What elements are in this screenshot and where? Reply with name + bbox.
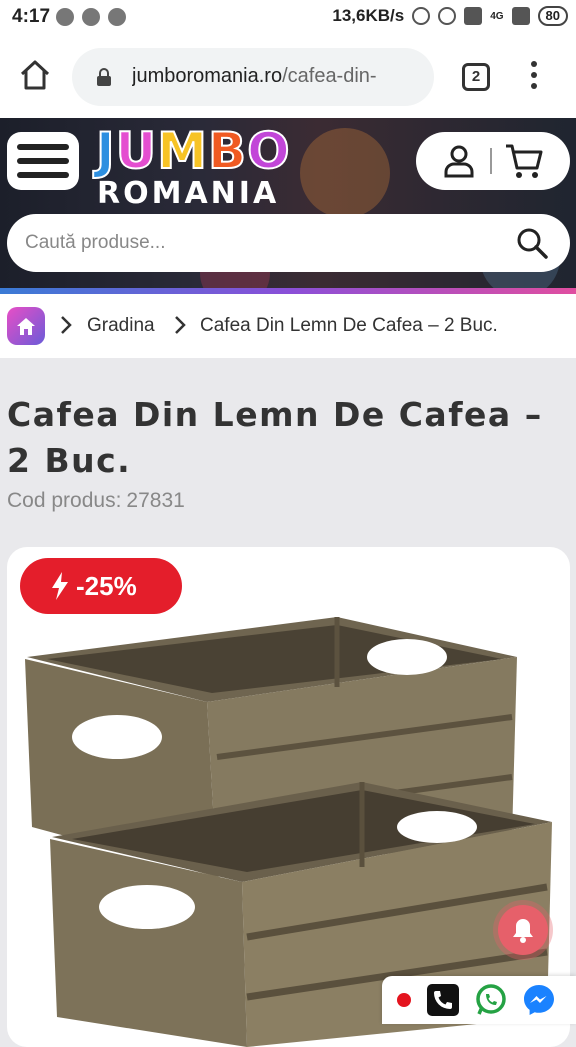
logo-letter: U xyxy=(115,121,158,181)
chrome-icon xyxy=(82,8,100,26)
user-icon[interactable] xyxy=(442,144,476,178)
breadcrumb: Gradina Cafea Din Lemn De Cafea – 2 Buc. xyxy=(0,294,576,358)
sku-label: Cod produs: xyxy=(7,489,122,512)
logo-text: JUMBO xyxy=(95,121,291,181)
lock-icon xyxy=(97,68,111,86)
chevron-right-icon xyxy=(175,316,186,334)
alarm-icon xyxy=(438,7,457,25)
background-decor xyxy=(300,128,390,218)
whatsapp-icon[interactable] xyxy=(474,983,508,1017)
divider xyxy=(490,148,492,174)
browser-toolbar: jumboromania.ro/cafea-din- 2 xyxy=(0,36,576,118)
logo-subtitle: ROMANIA xyxy=(97,176,280,211)
discount-value: -25% xyxy=(76,571,137,601)
breadcrumb-current: Cafea Din Lemn De Cafea – 2 Buc. xyxy=(200,315,498,336)
network-type: 4G xyxy=(490,10,504,22)
search-icon[interactable] xyxy=(516,227,548,259)
home-icon xyxy=(17,318,35,335)
search-bar xyxy=(7,214,570,272)
sku-value: 27831 xyxy=(126,489,185,512)
product-sku: Cod produs: 27831 xyxy=(7,489,185,513)
status-right: 13,6KB/s 4G 80 xyxy=(332,6,568,26)
notification-icons xyxy=(56,8,126,26)
search-input[interactable] xyxy=(25,228,485,258)
breadcrumb-home-button[interactable] xyxy=(7,307,45,345)
bell-icon xyxy=(513,919,533,943)
lightning-icon xyxy=(52,572,68,600)
phone-icon[interactable] xyxy=(426,983,460,1017)
logo-letter: B xyxy=(207,121,248,181)
notification-bell-button[interactable] xyxy=(498,905,548,955)
logo-letter: J xyxy=(95,121,116,181)
tab-switcher-button[interactable]: 2 xyxy=(462,63,490,91)
network-speed: 13,6KB/s xyxy=(332,6,405,25)
address-bar[interactable]: jumboromania.ro/cafea-din- xyxy=(72,48,434,106)
messenger-icon[interactable] xyxy=(522,983,556,1017)
hamburger-menu-button[interactable] xyxy=(7,132,79,190)
url-path: /cafea-din- xyxy=(282,65,377,87)
status-time: 4:17 xyxy=(12,6,51,27)
chevron-right-icon xyxy=(61,316,72,334)
contact-bar xyxy=(382,976,576,1024)
url-text: jumboromania.ro/cafea-din- xyxy=(132,65,432,88)
breadcrumb-link-gradina[interactable]: Gradina xyxy=(87,315,155,337)
blocked-icon xyxy=(108,8,126,26)
pinterest-icon xyxy=(56,8,74,26)
product-image-card[interactable]: -25% xyxy=(7,547,570,1047)
cart-icon[interactable] xyxy=(504,142,544,180)
home-icon[interactable] xyxy=(18,58,52,92)
battery-icon: 80 xyxy=(537,6,568,26)
logo-letter: O xyxy=(246,121,291,181)
live-indicator xyxy=(397,993,411,1007)
url-domain: jumboromania.ro xyxy=(132,65,283,87)
mute-icon xyxy=(412,7,431,25)
product-title: Cafea Din Lemn De Cafea – 2 Buc. xyxy=(7,395,543,480)
account-cart-group xyxy=(416,132,570,190)
logo-letter: M xyxy=(156,121,208,181)
status-bar: 4:17 13,6KB/s 4G 80 xyxy=(0,0,576,36)
discount-badge: -25% xyxy=(20,558,182,614)
overflow-menu-icon[interactable] xyxy=(530,61,538,93)
logo[interactable]: JUMBO xyxy=(95,121,291,181)
volte-icon xyxy=(464,7,483,25)
site-header: JUMBO ROMANIA xyxy=(0,118,576,288)
signal-icon xyxy=(511,7,530,25)
